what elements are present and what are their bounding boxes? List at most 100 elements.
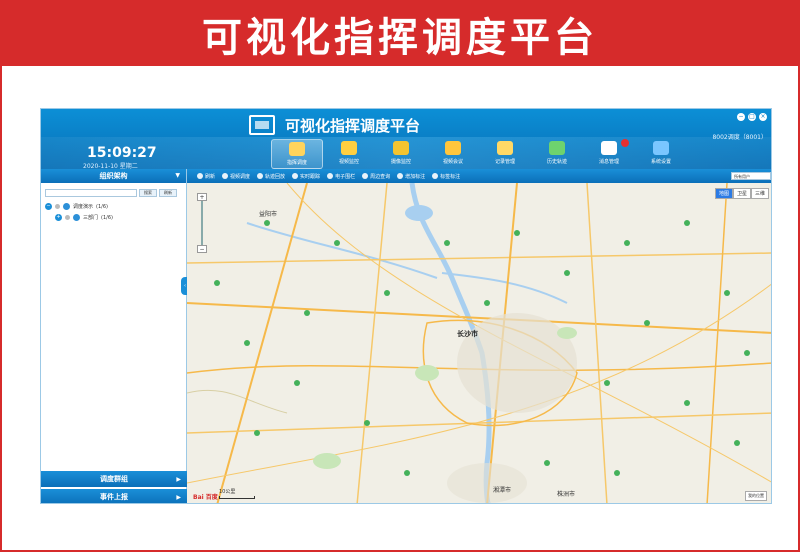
search-row: 搜索 刷新 [41,183,186,201]
user-label: 8002调度（8001） [712,134,767,141]
tool-label: 实时跟踪 [300,173,321,180]
status-dot-icon [65,215,70,220]
camera-icon [341,141,357,155]
banner-title: 可视化指挥调度平台 [202,15,598,61]
tool-label: 增加标注 [405,173,426,180]
tag-icon [432,173,439,179]
event-report-label: 事件上报 [100,493,128,501]
menu-item-label: 视频会议 [442,159,463,165]
map[interactable]: 益阳市 长沙市 湘潭市 株洲市 + − 地图 卫星 三维 10公里 Bai 百度… [187,183,771,503]
page-frame: 可视化指挥调度平台 可视化指挥调度平台 − □ × 8002调度（8001） 1… [0,0,800,552]
menu-item-7[interactable]: 系统设置 [635,139,687,169]
tree-item[interactable]: − 调度演示 (1/6) [41,201,186,212]
minimize-icon[interactable]: − [737,113,745,121]
main-menu: 指挥调度 视频监控 摄像监控 视频会议 记录管理 历史轨迹 消息管理 系统设置 [271,139,687,169]
chevron-down-icon: ▼ [175,172,180,179]
menu-item-label: 消息管理 [598,159,619,165]
app-header: 可视化指挥调度平台 − □ × 8002调度（8001） 15:09:27 20… [41,109,771,170]
menu-item-label: 系统设置 [650,159,671,165]
menu-item-label: 摄像监控 [390,159,411,165]
search-button[interactable]: 搜索 [139,189,157,197]
command-icon [289,142,305,156]
zoom-out-button[interactable]: − [197,245,207,253]
tool-label: 标签标注 [440,173,461,180]
scale-label: 10公里 [219,489,236,495]
tool-label: 视频调度 [230,173,251,180]
annotate-icon [397,173,404,179]
menu-item-0[interactable]: 指挥调度 [271,139,323,169]
map-toolbar: 刷新 视频调度 轨迹回放 实时跟踪 电子围栏 周边查询 增加标注 标签标注 所有用户 [187,169,771,183]
menu-item-6[interactable]: 消息管理 [583,139,635,169]
tracking-icon [292,173,299,179]
monitor-logo-icon [249,115,275,135]
menu-item-3[interactable]: 视频会议 [427,139,479,169]
zoom-in-button[interactable]: + [197,193,207,201]
menu-item-2[interactable]: 摄像监控 [375,139,427,169]
collapse-icon[interactable]: − [45,203,52,210]
map-type-satellite[interactable]: 卫星 [732,188,751,199]
city-label-yiyang: 益阳市 [259,211,278,218]
fence-icon [327,173,334,179]
tool-3[interactable]: 实时跟踪 [292,173,320,180]
tool-label: 周边查询 [370,173,391,180]
menu-item-label: 记录管理 [494,159,515,165]
tool-label: 刷新 [205,173,216,180]
menu-item-1[interactable]: 视频监控 [323,139,375,169]
dispatch-group-button[interactable]: 调度群组 ▶ [41,471,187,487]
refresh-button[interactable]: 刷新 [159,189,177,197]
tool-2[interactable]: 轨迹回放 [257,173,285,180]
event-report-button[interactable]: 事件上报 ▶ [41,489,187,503]
chevron-right-icon: ▶ [176,493,181,501]
zoom-control: + − [197,193,207,253]
refresh-icon [197,173,203,179]
tree-item[interactable]: + 三部门 (1/6) [41,212,186,223]
city-label-changsha: 长沙市 [457,330,478,338]
org-header-label: 组织架构 [99,172,128,180]
map-canvas [187,183,771,503]
tool-0[interactable]: 刷新 [197,173,215,180]
tree-item-count: (1/6) [96,203,108,210]
tool-7[interactable]: 标签标注 [432,173,460,180]
globe-icon [549,141,565,155]
tool-5[interactable]: 周边查询 [362,173,390,180]
track-icon [257,173,264,179]
message-icon [601,141,617,155]
dispatch-group-label: 调度群组 [100,475,128,483]
chevron-right-icon: ▶ [176,475,181,483]
my-location-button[interactable]: 我的位置 [745,491,767,501]
app-title: 可视化指挥调度平台 [285,117,421,135]
map-type-switch: 地图 卫星 三维 [714,188,769,199]
city-label-xiangtan: 湘潭市 [493,487,512,494]
layer-select[interactable]: 所有用户 [731,172,771,180]
menu-item-label: 历史轨迹 [546,159,567,165]
clock: 15:09:27 [87,145,157,161]
expand-icon[interactable]: + [55,214,62,221]
map-type-map[interactable]: 地图 [714,188,733,199]
search-input[interactable] [45,189,137,197]
menu-item-label: 视频监控 [338,159,359,165]
close-icon[interactable]: × [759,113,767,121]
baidu-logo: Bai 百度 [193,494,218,501]
tool-label: 电子围栏 [335,173,356,180]
org-structure-header[interactable]: 组织架构 ▼ [41,169,186,183]
banner: 可视化指挥调度平台 [2,2,798,66]
video-dispatch-icon [222,173,229,179]
notification-badge [621,139,629,147]
status-dot-icon [55,204,60,209]
sidebar: 组织架构 ▼ 搜索 刷新 − 调度演示 (1/6) + 三部门 (1/6) 调度… [41,169,187,503]
map-type-3d[interactable]: 三维 [750,188,769,199]
city-label-zhuzhou: 株洲市 [557,491,576,498]
tool-6[interactable]: 增加标注 [397,173,425,180]
menu-item-4[interactable]: 记录管理 [479,139,531,169]
record-icon [497,141,513,155]
conference-icon [445,141,461,155]
tool-1[interactable]: 视频调度 [222,173,250,180]
menu-item-5[interactable]: 历史轨迹 [531,139,583,169]
cctv-icon [393,141,409,155]
tool-4[interactable]: 电子围栏 [327,173,355,180]
map-scale: 10公里 [219,488,255,499]
group-icon [73,214,80,221]
tree-item-count: (1/6) [101,214,113,221]
maximize-icon[interactable]: □ [748,113,756,121]
nearby-icon [362,173,369,179]
